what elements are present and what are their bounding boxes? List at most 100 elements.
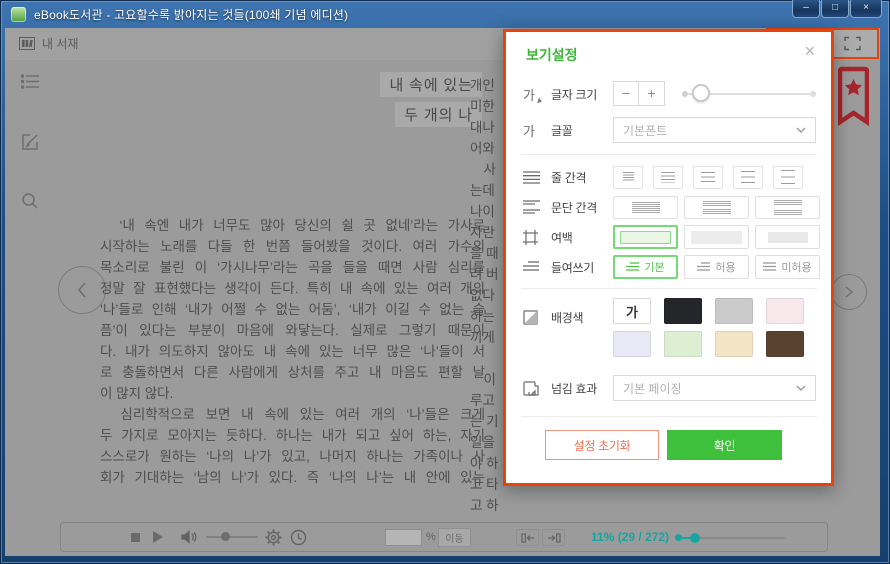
confirm-button[interactable]: 확인 — [667, 430, 782, 460]
go-button[interactable]: 이동 — [438, 528, 471, 547]
margin-icon — [523, 230, 551, 245]
line-spacing-option-5[interactable] — [773, 166, 803, 189]
toc-button[interactable] — [21, 74, 40, 94]
speaker-icon — [181, 530, 197, 544]
reset-settings-button[interactable]: 설정 초기화 — [545, 430, 659, 460]
tts-stop-button[interactable] — [131, 523, 140, 551]
progress-text: 11% (29 / 272) — [591, 523, 669, 551]
jump-end-button[interactable] — [542, 529, 565, 546]
indent-option-allow[interactable]: 허용 — [684, 255, 749, 279]
text-line: 픔’이 있다는 부분이 마음에 와닿는다. 실제로 그렇기 때문이 — [100, 320, 485, 341]
bookshelf-icon — [19, 37, 35, 50]
bg-swatch-lavender[interactable] — [613, 331, 651, 357]
chapter-title: 내 속에 있는 두 개의 나 — [380, 72, 482, 132]
percent-symbol: % — [426, 523, 436, 551]
line-spacing-option-1[interactable] — [613, 166, 643, 189]
prev-page-button[interactable] — [58, 266, 106, 314]
background-color-swatches: 가 — [613, 298, 804, 357]
bg-swatch-white[interactable]: 가 — [613, 298, 651, 324]
my-library-button[interactable]: 내 서재 — [19, 35, 78, 52]
reading-timer-button[interactable] — [290, 523, 307, 551]
indent-option-label: 기본 — [644, 259, 664, 275]
font-size-plus-button[interactable]: + — [639, 81, 665, 106]
background-color-icon — [523, 310, 551, 325]
spacing-glyph — [741, 171, 755, 183]
page-effect-select[interactable]: 기본 페이징 — [613, 375, 816, 401]
bg-swatch-cream[interactable] — [715, 331, 753, 357]
divider — [521, 154, 817, 155]
font-icon: 가 — [523, 121, 551, 140]
margin-option-3[interactable] — [755, 225, 820, 249]
next-page-button[interactable] — [831, 274, 867, 310]
font-select[interactable]: 기본폰트 — [613, 117, 816, 143]
text-line: ‘나’들로 인해 ‘내가 어쩔 수 없는 어둠’, ‘내가 이길 수 없는 슬 — [100, 299, 485, 320]
close-panel-icon[interactable]: × — [804, 41, 815, 62]
fullscreen-button[interactable] — [844, 36, 861, 51]
close-window-button[interactable]: × — [850, 0, 882, 18]
volume-button[interactable] — [181, 523, 197, 551]
margin-option-1-selected[interactable] — [613, 225, 678, 249]
indent-option-disallow[interactable]: 미허용 — [755, 255, 820, 279]
text-line: 이 많지 않다. — [100, 383, 485, 404]
paragraph-spacing-option-3[interactable] — [755, 196, 820, 219]
margin-option-2[interactable] — [684, 225, 749, 249]
bg-swatch-black[interactable] — [664, 298, 702, 324]
line-spacing-option-3[interactable] — [693, 166, 723, 189]
paragraph-spacing-option-2[interactable] — [684, 196, 749, 219]
divider — [521, 288, 817, 289]
bg-swatch-pink[interactable] — [766, 298, 804, 324]
margin-glyph — [691, 231, 742, 244]
bg-swatch-gray[interactable] — [715, 298, 753, 324]
volume-slider[interactable] — [206, 536, 258, 538]
font-size-icon: 가 — [523, 85, 551, 104]
text-line: 회가 기대하는 ‘남의 나’가 있다. 즉 ‘나의 나’는 내 안에 있는 — [100, 467, 485, 488]
font-size-slider[interactable] — [684, 93, 814, 95]
title-bar[interactable]: eBook도서관 - 고요할수록 밝아지는 것들(100쇄 기념 에디션) – … — [0, 0, 890, 28]
bg-swatch-green[interactable] — [664, 331, 702, 357]
jump-start-button[interactable] — [516, 529, 539, 546]
indent-icon — [523, 261, 551, 273]
indent-label: 들여쓰기 — [551, 259, 613, 276]
font-label: 글꼴 — [551, 122, 613, 139]
panel-title: 보기설정 — [526, 45, 578, 65]
maximize-button[interactable]: □ — [821, 0, 849, 18]
play-icon — [153, 531, 163, 543]
note-button[interactable] — [21, 133, 39, 156]
bg-swatch-brown[interactable] — [766, 331, 804, 357]
search-button[interactable] — [21, 192, 39, 215]
tts-play-button[interactable] — [153, 523, 163, 551]
jump-start-icon — [521, 533, 535, 543]
chevron-right-icon — [844, 285, 854, 299]
page-effect-label: 넘김 효과 — [551, 380, 613, 397]
progress-slider-handle[interactable] — [690, 533, 700, 543]
volume-slider-handle[interactable] — [221, 532, 230, 541]
text-line: ‘내 속엔 내가 너무도 많아 당신의 쉴 곳 없네’라는 가사로 — [100, 215, 485, 236]
line-spacing-icon — [523, 171, 551, 184]
spacing-glyph — [661, 172, 675, 183]
stop-icon — [131, 533, 140, 542]
font-size-slider-handle[interactable] — [692, 84, 710, 102]
app-icon — [11, 7, 26, 22]
spacing-glyph — [632, 202, 660, 213]
minimize-button[interactable]: – — [792, 0, 820, 18]
text-line: 두 가지로 모아지는 듯하다. 하나는 내가 되고 싶어 하는, 자기 — [100, 425, 485, 446]
list-icon — [21, 74, 40, 89]
indent-option-label: 미허용 — [781, 259, 811, 275]
chapter-title-line: 내 속에 있는 — [380, 72, 482, 97]
paragraph-spacing-option-1[interactable] — [613, 196, 678, 219]
text-line: 심리학적으로 보면 내 속에 있는 여러 개의 ‘나’들은 크게 — [100, 404, 485, 425]
percent-input[interactable] — [385, 529, 422, 546]
progress-start-dot — [675, 534, 682, 541]
font-size-minus-button[interactable]: − — [613, 81, 639, 106]
spacing-glyph — [701, 172, 715, 182]
progress-end-dot — [784, 535, 790, 541]
text-line: 다. 내가 의도하지 않아도 내 속에 있는 너무 많은 ‘나’들이 서 — [100, 341, 485, 362]
indent-option-default[interactable]: 기본 — [613, 255, 678, 279]
line-spacing-option-4[interactable] — [733, 166, 763, 189]
bookmark-ribbon-icon[interactable] — [838, 66, 869, 131]
clock-icon — [290, 529, 307, 546]
slider-min-dot — [682, 91, 688, 97]
chevron-down-icon — [796, 385, 806, 391]
tts-settings-button[interactable] — [265, 523, 282, 551]
line-spacing-option-2[interactable] — [653, 166, 683, 189]
